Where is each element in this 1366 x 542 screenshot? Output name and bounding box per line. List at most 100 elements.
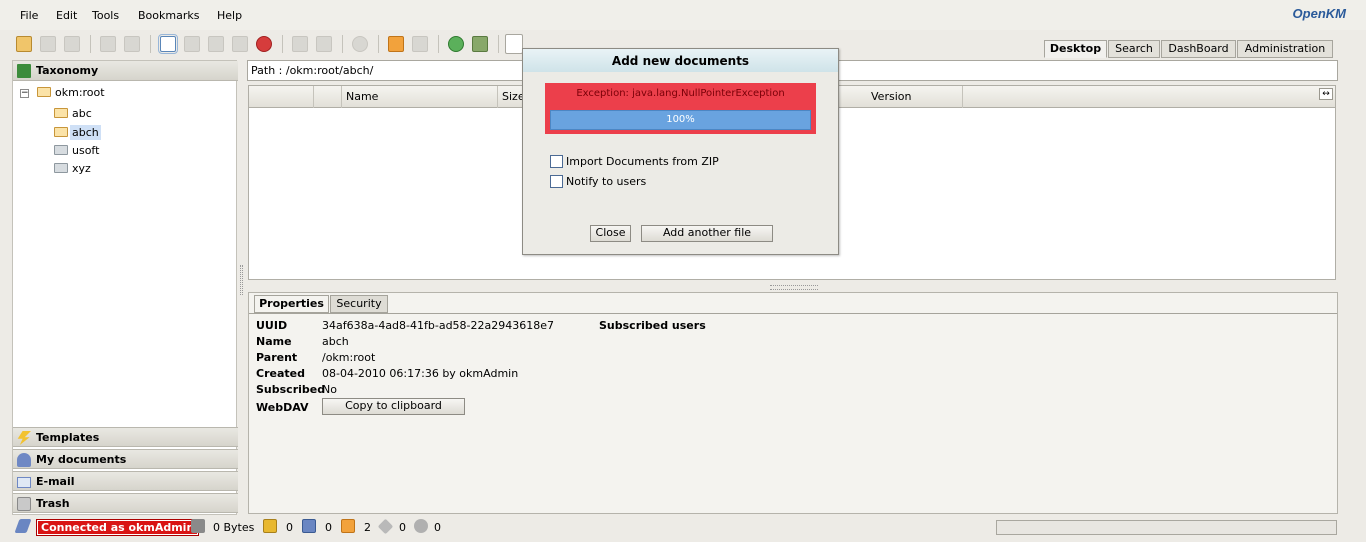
user-icon xyxy=(17,453,31,467)
horizontal-splitter[interactable] xyxy=(770,285,818,290)
created-value: 08-04-2010 06:17:36 by okmAdmin xyxy=(322,367,519,380)
remove-subscription-icon[interactable] xyxy=(412,36,428,52)
tree-root-label: okm:root xyxy=(55,86,105,99)
locked-count: 0 xyxy=(286,521,293,534)
tree-item-label: usoft xyxy=(72,144,100,157)
menu-tools[interactable]: Tools xyxy=(92,9,119,22)
menu-edit[interactable]: Edit xyxy=(56,9,77,22)
column-header-name[interactable]: Name xyxy=(342,86,498,108)
add-subscription-icon[interactable] xyxy=(388,36,404,52)
notify-users-label: Notify to users xyxy=(566,175,647,188)
menu-bar: File Edit Tools Bookmarks Help OpenKM xyxy=(0,0,1366,30)
tab-administration[interactable]: Administration xyxy=(1237,40,1333,58)
openkm-logo: OpenKM xyxy=(1293,6,1346,21)
menu-help[interactable]: Help xyxy=(217,9,242,22)
toolbar-separator xyxy=(498,35,499,53)
subscription-icon[interactable] xyxy=(341,519,355,533)
dialog-title: Add new documents xyxy=(523,49,838,72)
email-label: E-mail xyxy=(36,475,75,488)
edit-document-icon[interactable] xyxy=(184,36,200,52)
folder-icon xyxy=(54,163,68,173)
tree-item-label-selected: abch xyxy=(70,125,101,140)
folder-icon xyxy=(54,145,68,155)
folder-icon xyxy=(54,127,68,137)
cancel-checkout-icon[interactable] xyxy=(232,36,248,52)
checkout-count: 0 xyxy=(325,521,332,534)
tab-divider xyxy=(249,313,1337,314)
copy-to-clipboard-button[interactable]: Copy to clipboard xyxy=(322,398,465,415)
tab-properties[interactable]: Properties xyxy=(254,295,329,313)
home-icon[interactable] xyxy=(472,36,488,52)
blank-toolbar-button[interactable] xyxy=(505,34,523,54)
workflow-gear-status-icon[interactable] xyxy=(414,519,428,533)
import-zip-label: Import Documents from ZIP xyxy=(566,155,719,168)
toolbar-separator xyxy=(90,35,91,53)
my-documents-label: My documents xyxy=(36,453,127,466)
logo-text: penKM xyxy=(1302,6,1346,21)
uuid-label: UUID xyxy=(256,319,288,332)
templates-label: Templates xyxy=(36,431,100,444)
column-header-status[interactable] xyxy=(249,86,314,108)
navigator-panel: Taxonomy − okm:root abc abch usoft xyz T… xyxy=(12,60,238,515)
error-message: Exception: java.lang.NullPointerExceptio… xyxy=(576,88,785,99)
templates-header[interactable]: Templates xyxy=(13,427,238,447)
collapse-toggle-icon[interactable]: − xyxy=(20,89,29,98)
checkout-documents-icon[interactable] xyxy=(302,519,316,533)
toolbar-separator xyxy=(438,35,439,53)
connection-icon xyxy=(14,519,32,533)
remove-property-group-icon[interactable] xyxy=(316,36,332,52)
menu-bookmarks[interactable]: Bookmarks xyxy=(138,9,199,22)
subscribed-users-label: Subscribed users xyxy=(599,319,706,332)
tab-security[interactable]: Security xyxy=(330,295,388,313)
import-zip-checkbox[interactable] xyxy=(550,155,563,168)
tree-item-label: xyz xyxy=(72,162,91,175)
toolbar-separator xyxy=(378,35,379,53)
properties-panel: Properties Security UUID 34af638a-4ad8-4… xyxy=(248,292,1338,514)
taxonomy-label: Taxonomy xyxy=(36,64,99,77)
notify-users-checkbox[interactable] xyxy=(550,175,563,188)
status-bar: Connected as okmAdmin 0 Bytes 0 0 2 0 0 xyxy=(0,516,1366,540)
vertical-splitter[interactable] xyxy=(240,265,243,295)
tab-search[interactable]: Search xyxy=(1108,40,1160,58)
column-resize-icon[interactable]: ↔ xyxy=(1319,88,1333,100)
add-document-icon[interactable] xyxy=(158,34,178,54)
news-icon[interactable] xyxy=(377,518,394,535)
email-header[interactable]: E-mail xyxy=(13,471,238,491)
webdav-label: WebDAV xyxy=(256,401,309,414)
parent-label: Parent xyxy=(256,351,298,364)
subscription-count: 2 xyxy=(364,521,371,534)
trash-icon xyxy=(17,497,31,511)
error-box: Exception: java.lang.NullPointerExceptio… xyxy=(545,83,816,134)
column-header-version[interactable]: Version xyxy=(867,86,963,108)
status-progress-bar xyxy=(996,520,1337,535)
close-button[interactable]: Close xyxy=(590,225,631,242)
tab-dashboard[interactable]: DashBoard xyxy=(1161,40,1236,58)
envelope-icon xyxy=(17,477,31,488)
unlock-icon[interactable] xyxy=(124,36,140,52)
parent-value: /okm:root xyxy=(322,351,376,364)
column-header-type[interactable] xyxy=(314,86,342,108)
my-documents-header[interactable]: My documents xyxy=(13,449,238,469)
find-document-icon[interactable] xyxy=(64,36,80,52)
find-folder-icon[interactable] xyxy=(40,36,56,52)
tree-item-label: abc xyxy=(72,107,92,120)
trash-header[interactable]: Trash xyxy=(13,493,238,513)
lock-icon[interactable] xyxy=(100,36,116,52)
toolbar-separator xyxy=(282,35,283,53)
create-folder-icon[interactable] xyxy=(16,36,32,52)
workflow-gear-icon[interactable] xyxy=(352,36,368,52)
add-property-group-icon[interactable] xyxy=(292,36,308,52)
folder-open-icon xyxy=(37,87,51,97)
uuid-value: 34af638a-4ad8-41fb-ad58-22a2943618e7 xyxy=(322,319,555,332)
add-another-file-button[interactable]: Add another file xyxy=(641,225,773,242)
toolbar-separator xyxy=(150,35,151,53)
checkin-icon[interactable] xyxy=(208,36,224,52)
locked-documents-icon[interactable] xyxy=(263,519,277,533)
menu-file[interactable]: File xyxy=(20,9,38,22)
taxonomy-header[interactable]: Taxonomy xyxy=(13,61,238,81)
workflow-count: 0 xyxy=(434,521,441,534)
delete-icon[interactable] xyxy=(256,36,272,52)
column-header-blank xyxy=(839,86,869,108)
refresh-icon[interactable] xyxy=(448,36,464,52)
tab-desktop[interactable]: Desktop xyxy=(1044,40,1107,58)
